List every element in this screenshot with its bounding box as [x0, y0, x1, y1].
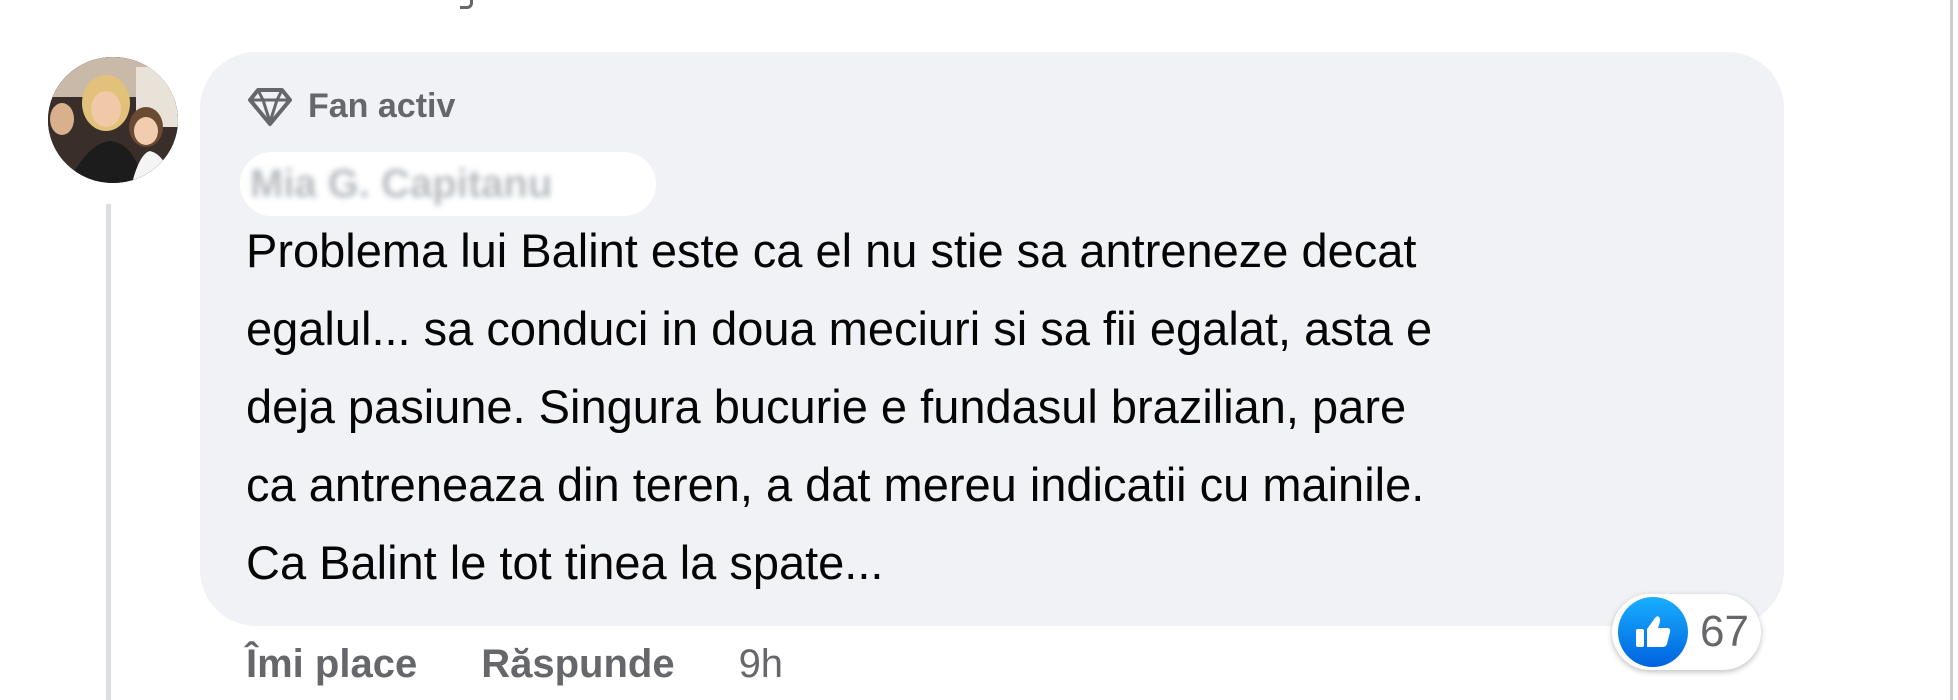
fan-badge[interactable]: Fan activ — [246, 80, 455, 132]
reactions-summary[interactable]: 67 — [1612, 594, 1761, 670]
author-name-text: Mia G. Capitanu — [250, 162, 553, 206]
avatar[interactable] — [48, 57, 178, 183]
comment-text-line: deja pasiune. Singura bucurie e fundasul… — [246, 380, 1407, 433]
previous-content-remnant — [460, 0, 473, 9]
diamond-icon — [248, 88, 292, 127]
comment-text-line: ca antreneaza din teren, a dat mereu ind… — [246, 458, 1425, 511]
thumbs-up-icon — [1618, 597, 1688, 667]
avatar-photo — [48, 57, 178, 183]
reply-button[interactable]: Răspunde — [481, 642, 674, 687]
comment-text-line: Ca Balint le tot tinea la spate... — [246, 536, 884, 589]
comment-text-line: egalul... sa conduci in doua meciuri si … — [246, 302, 1433, 355]
reaction-count: 67 — [1700, 607, 1749, 656]
comment-actions: Îmi place Răspunde 9h — [246, 636, 783, 692]
comment-text-line: Problema lui Balint este ca el nu stie s… — [246, 224, 1417, 277]
comment-timestamp[interactable]: 9h — [739, 642, 784, 687]
comment-text: Problema lui Balint este ca el nu stie s… — [246, 212, 1756, 602]
comment-bubble: Fan activ Mia G. Capitanu Problema lui B… — [200, 52, 1784, 626]
author-name[interactable]: Mia G. Capitanu — [240, 152, 656, 216]
scrollbar-edge — [1950, 0, 1953, 700]
like-button[interactable]: Îmi place — [246, 642, 417, 687]
badge-label: Fan activ — [308, 86, 456, 125]
thread-line — [106, 204, 111, 700]
comment-thread: Fan activ Mia G. Capitanu Problema lui B… — [0, 0, 1958, 700]
